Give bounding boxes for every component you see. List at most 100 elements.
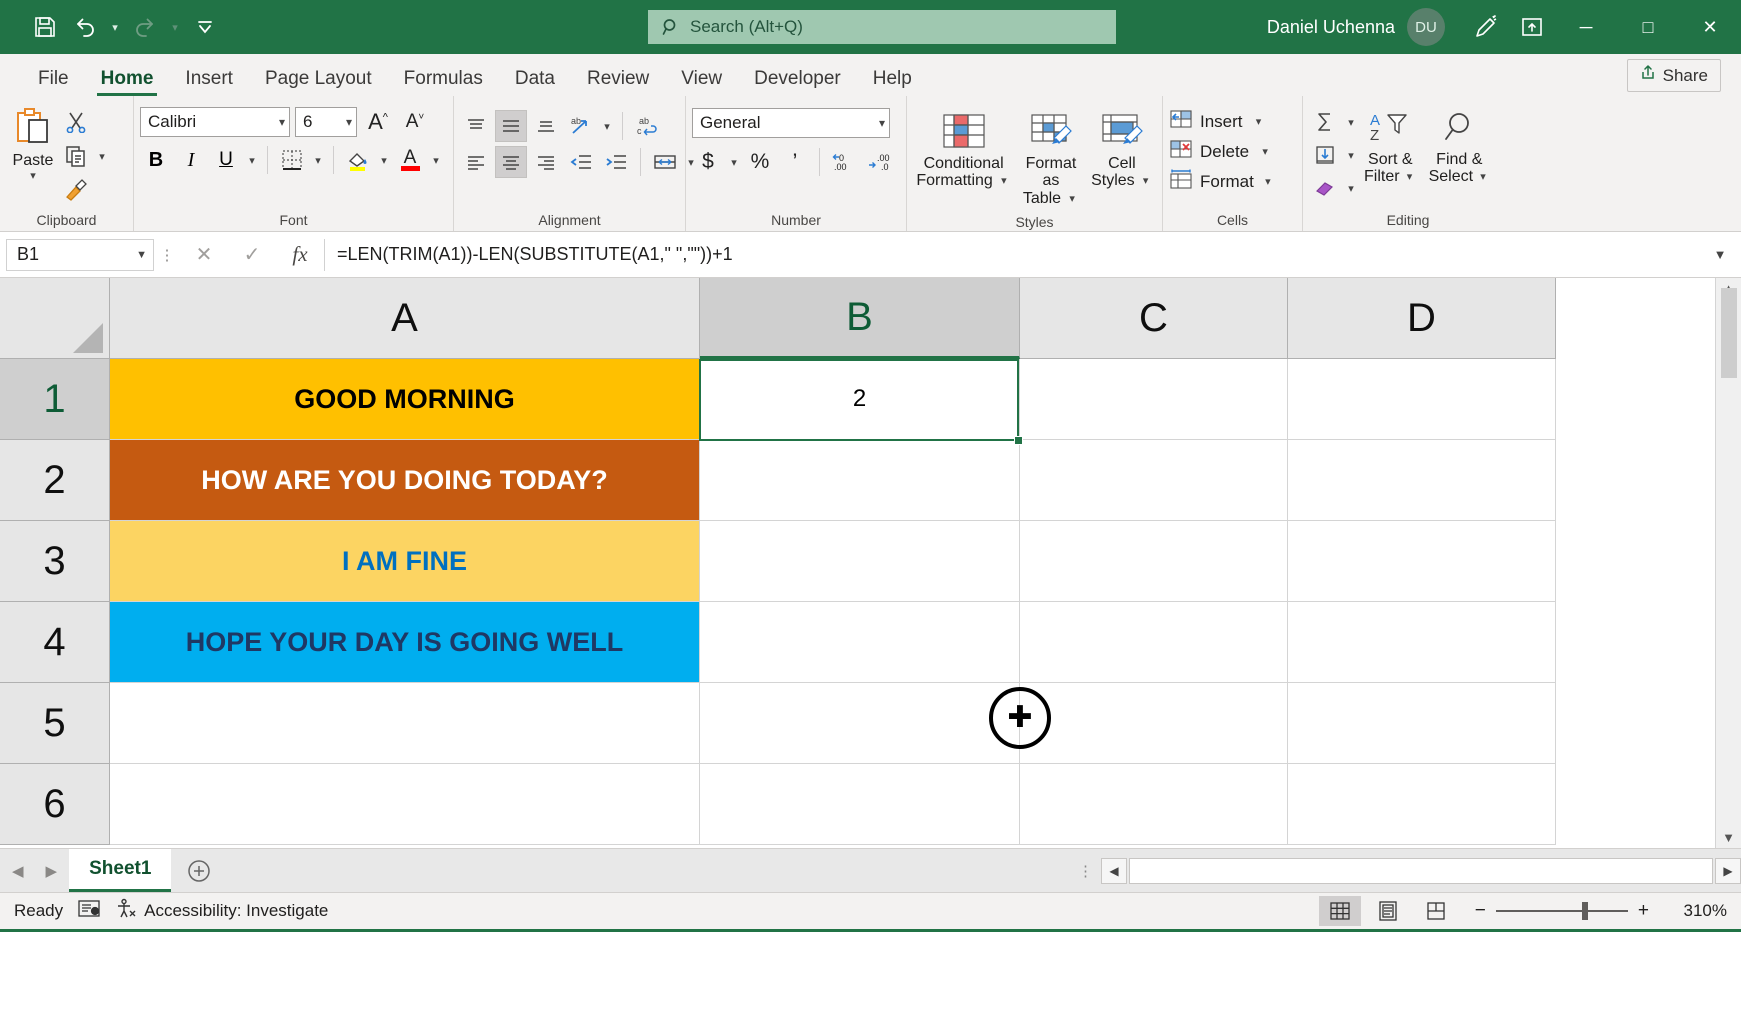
name-box-caret-icon[interactable]: ▼ bbox=[136, 249, 147, 261]
wrap-text-icon[interactable]: ab c bbox=[631, 110, 663, 142]
paste-button[interactable]: Paste ▾ bbox=[6, 102, 60, 186]
column-header-b[interactable]: B bbox=[700, 278, 1020, 359]
save-icon[interactable] bbox=[26, 8, 64, 46]
scroll-down-icon[interactable]: ▼ bbox=[1722, 830, 1735, 845]
cell-c4[interactable] bbox=[1020, 602, 1288, 683]
font-name-caret-icon[interactable]: ▾ bbox=[275, 115, 285, 129]
sheet-next-icon[interactable]: ▶ bbox=[46, 862, 58, 880]
cell-c2[interactable] bbox=[1020, 440, 1288, 521]
share-button[interactable]: Share bbox=[1627, 59, 1721, 92]
tab-home[interactable]: Home bbox=[85, 69, 170, 96]
redo-icon[interactable] bbox=[126, 8, 164, 46]
format-cells-caret-icon[interactable]: ▾ bbox=[1261, 175, 1275, 188]
close-button[interactable]: ✕ bbox=[1679, 0, 1741, 54]
tab-data[interactable]: Data bbox=[499, 69, 571, 96]
sheet-tab-sheet1[interactable]: Sheet1 bbox=[69, 849, 171, 892]
format-as-table-caret-icon[interactable]: ▾ bbox=[1065, 193, 1079, 205]
conditional-formatting-button[interactable]: Conditional Formatting ▾ bbox=[910, 108, 1016, 194]
cell-c1[interactable] bbox=[1020, 359, 1288, 440]
pen-ink-icon[interactable] bbox=[1463, 0, 1509, 54]
cell-styles-button[interactable]: Cell Styles ▾ bbox=[1085, 108, 1159, 194]
cancel-icon[interactable]: ✕ bbox=[180, 239, 228, 271]
cut-button[interactable] bbox=[60, 106, 92, 138]
font-color-button[interactable]: A bbox=[394, 144, 426, 176]
autosum-button[interactable]: ▾ bbox=[1309, 106, 1358, 138]
cell-b2[interactable] bbox=[700, 440, 1020, 521]
zoom-slider[interactable]: − + bbox=[1463, 900, 1661, 922]
zoom-track[interactable] bbox=[1496, 910, 1628, 912]
formula-input[interactable]: =LEN(TRIM(A1))-LEN(SUBSTITUTE(A1," ","")… bbox=[324, 239, 1705, 271]
vertical-scrollbar[interactable]: ▲ ▼ bbox=[1715, 278, 1741, 848]
orientation-icon[interactable]: ab bbox=[565, 110, 597, 142]
orientation-dropdown-caret-icon[interactable]: ▾ bbox=[600, 120, 614, 133]
copy-button[interactable] bbox=[60, 140, 92, 172]
increase-indent-icon[interactable] bbox=[600, 146, 632, 178]
clear-button[interactable]: ▾ bbox=[1309, 172, 1358, 204]
cell-c3[interactable] bbox=[1020, 521, 1288, 602]
row-header-3[interactable]: 3 bbox=[0, 521, 110, 602]
cell-b5[interactable] bbox=[700, 683, 1020, 764]
zoom-level[interactable]: 310% bbox=[1667, 901, 1727, 921]
borders-dropdown-caret-icon[interactable]: ▾ bbox=[311, 154, 325, 167]
fill-color-button[interactable] bbox=[342, 144, 374, 176]
delete-cells-caret-icon[interactable]: ▾ bbox=[1258, 145, 1272, 158]
insert-cells-caret-icon[interactable]: ▾ bbox=[1252, 115, 1266, 128]
find-select-caret-icon[interactable]: ▾ bbox=[1476, 171, 1490, 183]
number-format-combo[interactable]: General ▾ bbox=[692, 108, 890, 138]
add-sheet-button[interactable] bbox=[171, 849, 227, 892]
undo-dropdown-caret-icon[interactable]: ▾ bbox=[106, 8, 124, 46]
select-all-corner[interactable] bbox=[0, 278, 110, 359]
font-name-combo[interactable]: Calibri ▾ bbox=[140, 107, 290, 137]
vertical-scroll-thumb[interactable] bbox=[1721, 288, 1737, 378]
horizontal-scroll-thumb[interactable] bbox=[1129, 858, 1713, 884]
fill-color-dropdown-caret-icon[interactable]: ▾ bbox=[377, 154, 391, 167]
conditional-formatting-caret-icon[interactable]: ▾ bbox=[997, 175, 1011, 187]
tab-page-layout[interactable]: Page Layout bbox=[249, 69, 388, 96]
avatar[interactable]: DU bbox=[1407, 8, 1445, 46]
sort-filter-button[interactable]: A Z Sort & Filter ▾ bbox=[1358, 106, 1423, 190]
cell-c6[interactable] bbox=[1020, 764, 1288, 845]
insert-function-icon[interactable]: fx bbox=[276, 239, 324, 271]
percent-style-icon[interactable]: % bbox=[744, 146, 776, 178]
clear-caret-icon[interactable]: ▾ bbox=[1344, 182, 1358, 195]
font-size-combo[interactable]: 6 ▾ bbox=[295, 107, 357, 137]
find-select-button[interactable]: Find & Select ▾ bbox=[1423, 106, 1496, 190]
cell-b4[interactable] bbox=[700, 602, 1020, 683]
align-left-icon[interactable] bbox=[460, 146, 492, 178]
cell-a2[interactable]: HOW ARE YOU DOING TODAY? bbox=[110, 440, 700, 521]
expand-formula-bar-icon[interactable]: ▼ bbox=[1705, 247, 1735, 262]
maximize-button[interactable]: □ bbox=[1617, 0, 1679, 54]
fill-handle[interactable] bbox=[1014, 436, 1023, 445]
paste-dropdown-caret-icon[interactable]: ▾ bbox=[26, 170, 40, 182]
zoom-out-button[interactable]: − bbox=[1475, 900, 1486, 922]
sheet-prev-icon[interactable]: ◀ bbox=[12, 862, 24, 880]
hscroll-left-icon[interactable]: ◀ bbox=[1101, 858, 1127, 884]
row-header-1[interactable]: 1 bbox=[0, 359, 110, 440]
row-header-4[interactable]: 4 bbox=[0, 602, 110, 683]
page-layout-view-icon[interactable] bbox=[1367, 896, 1409, 926]
cell-a5[interactable] bbox=[110, 683, 700, 764]
increase-font-size-icon[interactable]: A^ bbox=[362, 106, 394, 138]
page-break-preview-icon[interactable] bbox=[1415, 896, 1457, 926]
row-header-2[interactable]: 2 bbox=[0, 440, 110, 521]
cell-d4[interactable] bbox=[1288, 602, 1556, 683]
row-header-5[interactable]: 5 bbox=[0, 683, 110, 764]
cell-d6[interactable] bbox=[1288, 764, 1556, 845]
decrease-font-size-icon[interactable]: A˅ bbox=[399, 106, 431, 138]
align-center-icon[interactable] bbox=[495, 146, 527, 178]
tab-insert[interactable]: Insert bbox=[169, 69, 249, 96]
bold-button[interactable]: B bbox=[140, 144, 172, 176]
tab-review[interactable]: Review bbox=[571, 69, 665, 96]
tab-view[interactable]: View bbox=[665, 69, 738, 96]
align-top-icon[interactable] bbox=[460, 110, 492, 142]
underline-button[interactable]: U bbox=[210, 144, 242, 176]
column-header-c[interactable]: C bbox=[1020, 278, 1288, 359]
cell-b1[interactable]: 2 bbox=[700, 359, 1020, 440]
italic-button[interactable]: I bbox=[175, 144, 207, 176]
sort-filter-caret-icon[interactable]: ▾ bbox=[1403, 171, 1417, 183]
ribbon-display-options-icon[interactable] bbox=[1509, 0, 1555, 54]
borders-button[interactable] bbox=[276, 144, 308, 176]
decrease-indent-icon[interactable] bbox=[565, 146, 597, 178]
font-size-caret-icon[interactable]: ▾ bbox=[342, 115, 352, 129]
column-header-a[interactable]: A bbox=[110, 278, 700, 359]
